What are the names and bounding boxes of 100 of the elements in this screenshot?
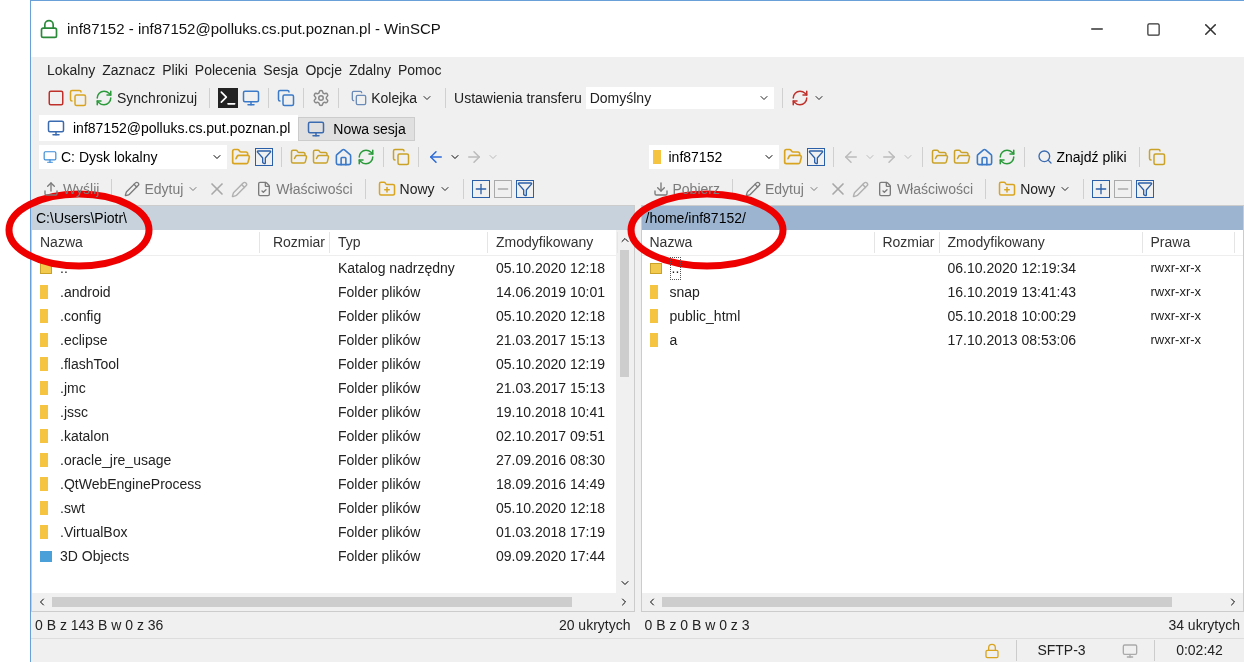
file-name[interactable]: public_html [669,305,741,327]
sync-icon[interactable] [790,89,809,107]
modified-date: 14.06.2019 10:01 [495,282,606,302]
cube-folder-icon [40,550,52,562]
file-name[interactable]: .QtWebEngineProcess [60,473,202,495]
refresh-icon[interactable] [357,148,375,166]
column-header[interactable]: Typ [330,232,488,253]
file-name[interactable]: snap [669,281,700,303]
select-plus-icon[interactable] [471,180,490,198]
lock-icon [984,642,1000,659]
menu-item[interactable]: Sesja [263,59,299,81]
file-type: Folder plików [337,522,422,542]
folder-icon [40,477,48,491]
queue-button[interactable]: Kolejka [347,87,438,109]
menu-item[interactable]: Polecenia [194,59,257,81]
vertical-scrollbar[interactable] [615,230,634,593]
app-icon [39,19,59,39]
modified-date: 27.09.2016 08:30 [495,450,606,470]
new-folder-icon[interactable] [377,180,396,198]
file-name[interactable]: .VirtualBox [60,521,128,543]
column-header[interactable]: Rozmiar [260,232,330,253]
session-tab[interactable]: inf87152@polluks.cs.put.poznan.pl [39,115,299,141]
menu-item[interactable]: Pliki [162,59,188,81]
path-text: C:\Users\Piotr\ [36,208,127,228]
directory-dropdown[interactable]: inf87152 [648,145,779,169]
refresh-icon[interactable] [997,148,1016,166]
copy-icon[interactable] [351,90,368,106]
refresh-icon[interactable] [95,89,113,107]
modified-date: 09.09.2020 17:44 [495,546,606,566]
drive-icon[interactable] [43,150,57,164]
filter-icon[interactable] [255,148,273,166]
file-type: Folder plików [337,498,422,518]
home-icon[interactable] [334,147,353,167]
selection-summary: 0 B z 0 B w 0 z 3 [644,615,750,635]
filter-icon[interactable] [515,180,534,198]
horizontal-scrollbar[interactable] [641,593,1243,611]
search-icon[interactable] [1036,149,1053,165]
column-header[interactable]: Rozmiar [874,232,940,253]
transfer-preset-dropdown[interactable]: Domyślny [585,87,774,109]
folder-icon [40,405,48,419]
forward-icon[interactable] [465,148,483,166]
folder-icon [40,285,48,299]
file-name[interactable]: .config [60,305,102,327]
new-button[interactable]: Nowy [373,178,455,200]
filter-icon[interactable] [806,148,825,166]
file-type: Folder plików [337,378,422,398]
scrollbar-thumb[interactable] [52,597,572,607]
folder-icon [649,333,658,347]
folder-icon [40,309,48,323]
selection-summary: 0 B z 143 B w 0 z 36 [35,615,164,635]
menu-item[interactable]: Zdalny [348,59,391,81]
file-type: Folder plików [337,330,422,350]
filter-icon[interactable] [1136,180,1155,198]
new-button[interactable]: Nowy [994,178,1076,200]
file-type: Folder plików [337,402,422,422]
file-name[interactable]: 3D Objects [60,545,130,567]
menu-item[interactable]: Lokalny [47,59,96,81]
file-name[interactable]: .oracle_jre_usage [60,449,172,471]
scrollbar-thumb[interactable] [661,597,1172,607]
rename-icon[interactable] [851,180,869,198]
column-header[interactable]: Nazwa [40,232,260,253]
file-name[interactable]: .swt [60,497,85,519]
home-icon[interactable] [974,147,994,167]
file-name[interactable]: .. [60,257,68,279]
file-name[interactable]: .katalon [60,425,110,447]
folder-icon [40,381,48,395]
rename-icon[interactable] [231,180,249,198]
menu-item[interactable]: Opcje [305,59,342,81]
file-name[interactable]: .flashTool [60,353,120,375]
file-name[interactable]: .jmc [60,377,86,399]
file-type: Folder plików [337,474,422,494]
scrollbar-thumb[interactable] [620,250,629,377]
file-name[interactable]: .jssc [60,401,88,423]
modified-date: 18.09.2016 14:49 [495,474,606,494]
file-name[interactable]: .eclipse [60,329,108,351]
column-header[interactable]: Prawa [1142,232,1235,253]
column-header[interactable]: Zmodyfikowany [939,232,1143,253]
folder-icon [40,501,48,515]
file-name[interactable]: a [669,329,678,351]
select-plus-icon[interactable] [1092,180,1111,198]
column-header[interactable]: Nazwa [649,232,875,253]
find-files-button[interactable]: Znajdź pliki [1032,146,1131,168]
file-name[interactable]: .android [60,281,111,303]
menu-item[interactable]: Zaznacz [102,59,156,81]
monitor-icon[interactable] [47,119,65,137]
horizontal-scrollbar[interactable] [32,593,634,611]
monitor-icon[interactable] [242,89,261,107]
settings-icon[interactable] [312,89,331,107]
path-text: /home/inf87152/ [645,208,746,228]
file-name[interactable]: .. [669,256,682,280]
drive-dropdown[interactable]: C: Dysk lokalny [39,145,227,169]
synchronize-button[interactable]: Synchronizuj [91,87,202,109]
folder-icon [40,525,48,539]
terminal-icon[interactable] [218,88,239,108]
monitor-icon[interactable] [307,120,326,138]
session-tab[interactable]: Nowa sesja [298,117,415,141]
back-icon[interactable] [427,148,445,166]
menu-item[interactable]: Pomoc [398,59,442,81]
new-folder-icon[interactable] [998,180,1017,198]
maximize-icon[interactable] [1146,21,1161,37]
